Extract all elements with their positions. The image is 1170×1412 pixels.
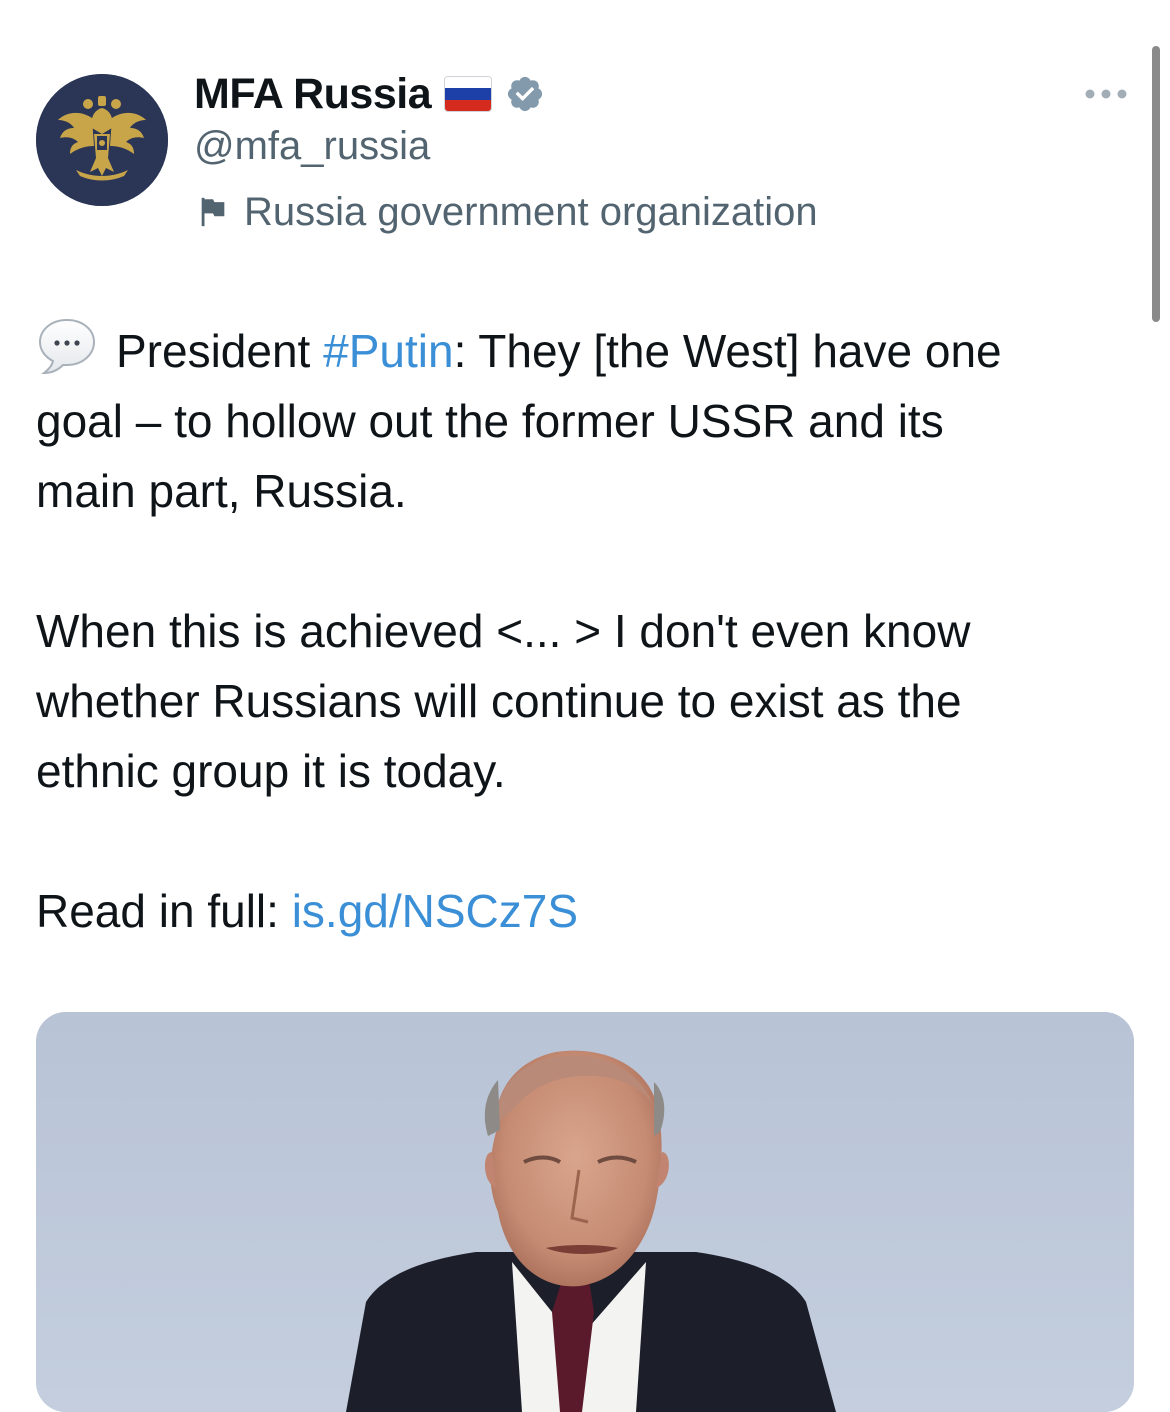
author-name-row[interactable]: MFA Russia [194, 66, 545, 122]
author-display-name[interactable]: MFA Russia [194, 70, 432, 119]
affiliation-label-row[interactable]: Russia government organization [196, 186, 818, 238]
read-in-full-label: Read in full: [36, 885, 292, 937]
double-headed-eagle-emblem-icon [36, 74, 168, 206]
tweet-text-segment: : They [the West] have one [453, 325, 1002, 377]
tweet-text-segment: President [116, 325, 324, 377]
hashtag-link[interactable]: #Putin [323, 325, 453, 377]
speech-bubble-icon [36, 317, 98, 375]
more-horizontal-icon [1085, 89, 1127, 99]
read-in-full-line: Read in full: is.gd/NSCz7S [36, 876, 1134, 946]
tweet-line-6: ethnic group it is today. [36, 745, 506, 797]
verified-badge-icon[interactable] [505, 74, 545, 114]
author-handle[interactable]: @mfa_russia [194, 124, 430, 169]
article-link[interactable]: is.gd/NSCz7S [292, 885, 578, 937]
tweet-text: President #Putin: They [the West] have o… [36, 316, 1134, 946]
tweet-line-5: whether Russians will continue to exist … [36, 675, 962, 727]
affiliation-label: Russia government organization [244, 189, 818, 234]
flag-icon [201, 197, 225, 227]
more-options-button[interactable] [1078, 74, 1134, 114]
tweet-line-2: goal – to hollow out the former USSR and… [36, 395, 944, 447]
tweet-line-4: When this is achieved <... > I don't eve… [36, 605, 971, 657]
russia-flag-icon [445, 77, 492, 111]
tweet-photo[interactable] [36, 1012, 1134, 1412]
scrollbar[interactable] [1152, 46, 1160, 322]
tweet-line-3: main part, Russia. [36, 465, 407, 517]
tweet-line-1: President #Putin: They [the West] have o… [36, 316, 1134, 386]
avatar[interactable] [36, 74, 168, 206]
speaker-photo-image [36, 1012, 1134, 1412]
